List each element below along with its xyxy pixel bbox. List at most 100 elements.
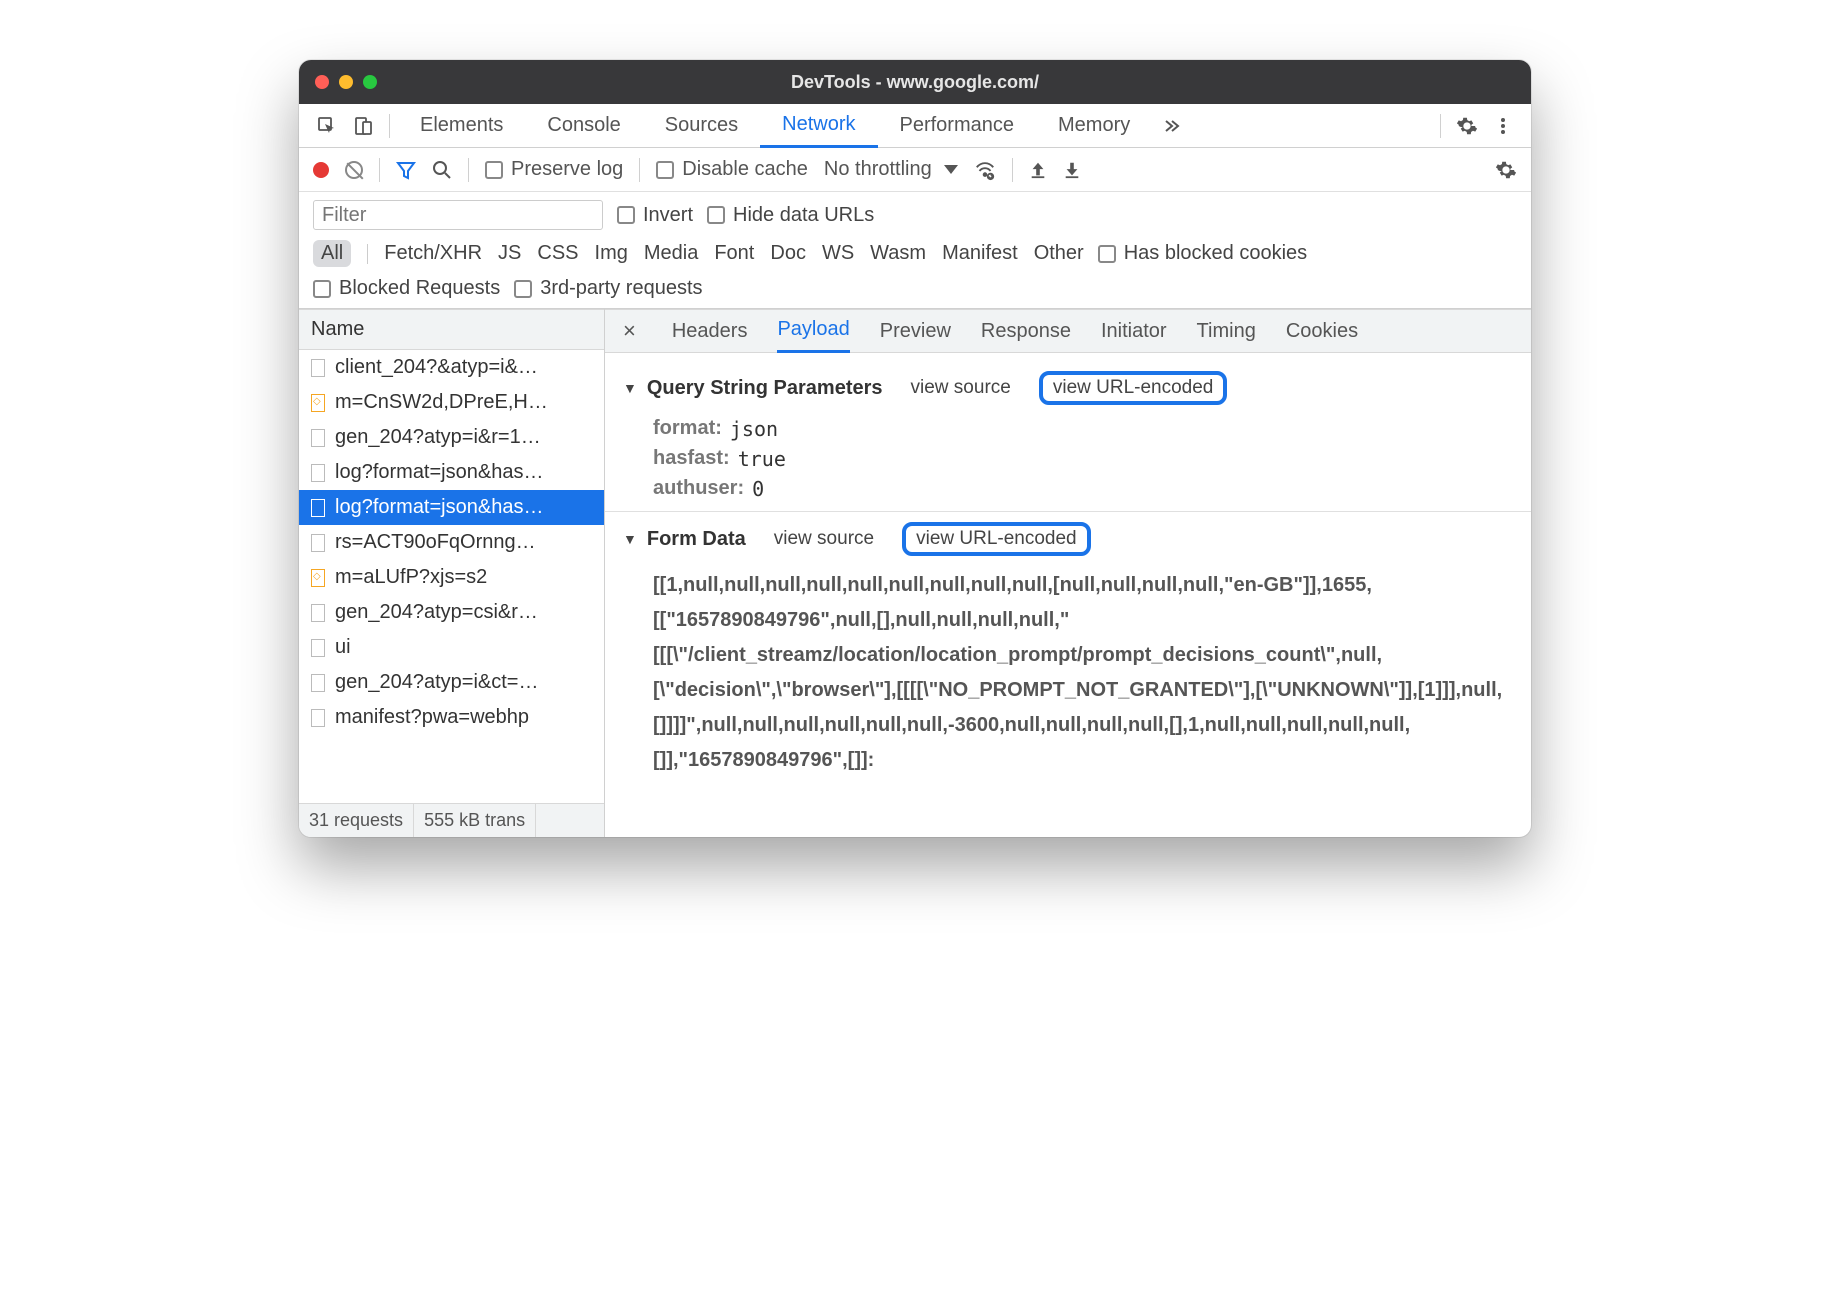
more-tabs-icon[interactable] [1152,108,1188,144]
upload-har-icon[interactable] [1029,161,1047,179]
settings-gear-icon[interactable] [1449,108,1485,144]
script-file-icon [311,394,325,412]
filter-type-font[interactable]: Font [714,242,754,265]
filter-type-doc[interactable]: Doc [770,242,806,265]
detail-tab-preview[interactable]: Preview [880,309,951,353]
form-data-section-header: ▼ Form Data view source view URL-encoded [623,522,1513,556]
payload-body: ▼ Query String Parameters view source vi… [605,353,1531,790]
param-value: true [738,447,786,471]
request-row[interactable]: gen_204?atyp=csi&r… [299,595,604,630]
filter-type-media[interactable]: Media [644,242,698,265]
request-row[interactable]: ui [299,630,604,665]
request-row[interactable]: log?format=json&has… [299,490,604,525]
tab-sources[interactable]: Sources [643,104,760,148]
query-string-section-header: ▼ Query String Parameters view source vi… [623,371,1513,405]
request-list: client_204?&atyp=i&…m=CnSW2d,DPreE,H… gen… [299,350,604,803]
view-source-link[interactable]: view source [911,377,1011,399]
separator [389,114,390,138]
throttling-select[interactable]: No throttling [824,158,958,181]
script-file-icon [311,569,325,587]
request-name: gen_204?atyp=i&r=1… [335,426,541,449]
request-row[interactable]: gen_204?atyp=i&ct=… [299,665,604,700]
clear-log-icon[interactable] [345,161,363,179]
network-settings-gear-icon[interactable] [1495,159,1517,181]
separator [639,158,640,182]
third-party-requests-checkbox[interactable]: 3rd-party requests [514,277,702,300]
request-name: log?format=json&has… [335,496,543,519]
device-toolbar-icon[interactable] [345,108,381,144]
request-name: manifest?pwa=webhp [335,706,529,729]
request-row[interactable]: rs=ACT90oFqOrnng… [299,525,604,560]
disclosure-triangle-icon[interactable]: ▼ [623,380,637,396]
devtools-window: DevTools - www.google.com/ ElementsConso… [299,60,1531,837]
request-row[interactable]: client_204?&atyp=i&… [299,350,604,385]
param-key: hasfast: [653,447,730,471]
search-icon[interactable] [432,160,452,180]
document-file-icon [311,709,325,727]
filter-type-img[interactable]: Img [595,242,628,265]
document-file-icon [311,464,325,482]
inspect-element-icon[interactable] [309,108,345,144]
view-source-link[interactable]: view source [774,528,874,550]
requests-count: 31 requests [299,804,414,837]
request-row[interactable]: log?format=json&has… [299,455,604,490]
param-value: 0 [752,477,764,501]
view-url-encoded-link[interactable]: view URL-encoded [1039,371,1228,405]
detail-tab-payload[interactable]: Payload [777,309,849,353]
document-file-icon [311,674,325,692]
filter-type-manifest[interactable]: Manifest [942,242,1018,265]
document-file-icon [311,499,325,517]
kebab-menu-icon[interactable] [1485,108,1521,144]
requests-header: Name [299,309,604,350]
filter-toggle-icon[interactable] [396,160,416,180]
request-list-panel: Name client_204?&atyp=i&…m=CnSW2d,DPreE,… [299,309,605,837]
document-file-icon [311,429,325,447]
tab-elements[interactable]: Elements [398,104,525,148]
detail-tab-initiator[interactable]: Initiator [1101,309,1167,353]
request-name: ui [335,636,351,659]
filter-type-js[interactable]: JS [498,242,521,265]
blocked-requests-checkbox[interactable]: Blocked Requests [313,277,500,300]
tab-memory[interactable]: Memory [1036,104,1152,148]
filter-input[interactable] [313,200,603,230]
filter-type-fetchxhr[interactable]: Fetch/XHR [384,242,482,265]
record-button[interactable] [313,162,329,178]
request-row[interactable]: gen_204?atyp=i&r=1… [299,420,604,455]
disclosure-triangle-icon[interactable]: ▼ [623,531,637,547]
request-name: rs=ACT90oFqOrnng… [335,531,536,554]
window-titlebar: DevTools - www.google.com/ [299,60,1531,104]
disable-cache-checkbox[interactable]: Disable cache [656,158,808,181]
filter-type-all[interactable]: All [313,240,351,267]
detail-tab-timing[interactable]: Timing [1197,309,1256,353]
invert-checkbox[interactable]: Invert [617,204,693,227]
filter-type-ws[interactable]: WS [822,242,854,265]
chevron-down-icon [944,165,958,174]
download-har-icon[interactable] [1063,161,1081,179]
detail-tab-response[interactable]: Response [981,309,1071,353]
request-name: gen_204?atyp=csi&r… [335,601,538,624]
main-tabbar: ElementsConsoleSourcesNetworkPerformance… [299,104,1531,148]
request-row[interactable]: m=CnSW2d,DPreE,H… [299,385,604,420]
document-file-icon [311,604,325,622]
separator [379,158,380,182]
request-row[interactable]: manifest?pwa=webhp [299,700,604,735]
detail-tab-headers[interactable]: Headers [672,309,748,353]
separator [1440,114,1441,138]
view-url-encoded-link[interactable]: view URL-encoded [902,522,1091,556]
close-detail-icon[interactable]: × [617,318,642,344]
separator [468,158,469,182]
filter-type-css[interactable]: CSS [537,242,578,265]
detail-tab-cookies[interactable]: Cookies [1286,309,1358,353]
request-row[interactable]: m=aLUfP?xjs=s2 [299,560,604,595]
filter-type-other[interactable]: Other [1034,242,1084,265]
tab-console[interactable]: Console [525,104,642,148]
status-footer: 31 requests 555 kB trans [299,803,604,837]
query-param-row: authuser:0 [653,477,1513,501]
has-blocked-cookies-checkbox[interactable]: Has blocked cookies [1098,242,1307,265]
preserve-log-checkbox[interactable]: Preserve log [485,158,623,181]
filter-type-wasm[interactable]: Wasm [870,242,926,265]
network-conditions-icon[interactable] [974,159,996,181]
tab-performance[interactable]: Performance [878,104,1037,148]
tab-network[interactable]: Network [760,104,877,148]
hide-data-urls-checkbox[interactable]: Hide data URLs [707,204,874,227]
